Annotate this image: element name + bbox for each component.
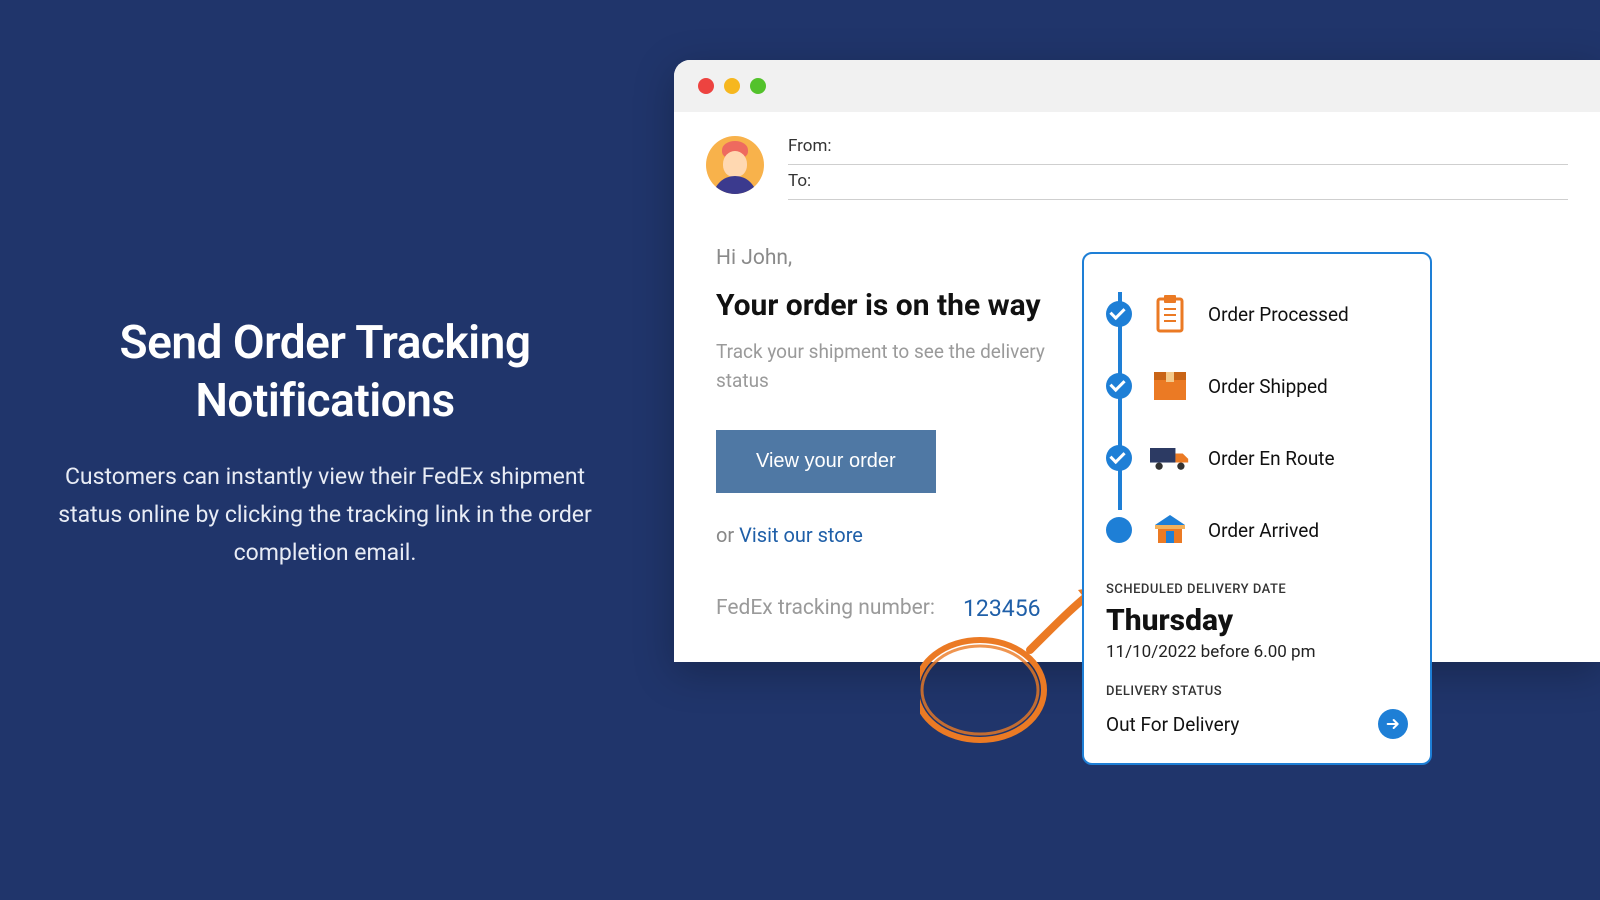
status-row: Out For Delivery bbox=[1106, 709, 1408, 739]
truck-icon bbox=[1150, 443, 1190, 473]
headline-title: Send Order Tracking Notifications bbox=[50, 315, 600, 430]
scheduled-delivery-label: SCHEDULED DELIVERY DATE bbox=[1106, 582, 1408, 597]
header-fields: From: To: bbox=[788, 136, 1568, 200]
tracking-number[interactable]: 123456 bbox=[963, 595, 1041, 622]
step-order-processed: Order Processed bbox=[1106, 278, 1408, 350]
store-icon bbox=[1150, 513, 1190, 547]
window-titlebar bbox=[674, 60, 1600, 112]
sender-avatar bbox=[706, 136, 764, 194]
traffic-close-icon[interactable] bbox=[698, 78, 714, 94]
arrow-right-icon bbox=[1385, 716, 1401, 732]
email-header: From: To: bbox=[674, 112, 1600, 208]
step-label: Order Arrived bbox=[1208, 519, 1319, 542]
step-order-arrived: Order Arrived bbox=[1106, 494, 1408, 566]
step-label: Order Shipped bbox=[1208, 375, 1328, 398]
tracking-label: FedEx tracking number: bbox=[716, 596, 935, 620]
or-prefix: or bbox=[716, 523, 739, 547]
headline-description: Customers can instantly view their FedEx… bbox=[50, 458, 600, 572]
check-icon bbox=[1106, 373, 1132, 399]
view-order-button[interactable]: View your order bbox=[716, 430, 936, 493]
traffic-minimize-icon[interactable] bbox=[724, 78, 740, 94]
email-subtext: Track your shipment to see the delivery … bbox=[716, 337, 1046, 396]
marketing-headline: Send Order Tracking Notifications Custom… bbox=[50, 315, 600, 572]
from-field[interactable]: From: bbox=[788, 136, 1568, 165]
check-icon bbox=[1106, 301, 1132, 327]
step-label: Order Processed bbox=[1208, 303, 1349, 326]
step-order-shipped: Order Shipped bbox=[1106, 350, 1408, 422]
step-label: Order En Route bbox=[1208, 447, 1335, 470]
dot-icon bbox=[1106, 517, 1132, 543]
tracking-steps: Order Processed Order Shipped Order En R… bbox=[1106, 278, 1408, 566]
delivery-datetime: 11/10/2022 before 6.00 pm bbox=[1106, 642, 1408, 662]
delivery-day: Thursday bbox=[1106, 603, 1408, 638]
step-order-en-route: Order En Route bbox=[1106, 422, 1408, 494]
visit-store-link[interactable]: Visit our store bbox=[739, 523, 863, 547]
to-field[interactable]: To: bbox=[788, 165, 1568, 200]
clipboard-icon bbox=[1150, 295, 1190, 333]
status-arrow-button[interactable] bbox=[1378, 709, 1408, 739]
box-icon bbox=[1150, 370, 1190, 402]
delivery-status-value: Out For Delivery bbox=[1106, 713, 1239, 736]
traffic-zoom-icon[interactable] bbox=[750, 78, 766, 94]
check-icon bbox=[1106, 445, 1132, 471]
delivery-status-label: DELIVERY STATUS bbox=[1106, 684, 1408, 699]
tracking-card: Order Processed Order Shipped Order En R… bbox=[1082, 252, 1432, 765]
